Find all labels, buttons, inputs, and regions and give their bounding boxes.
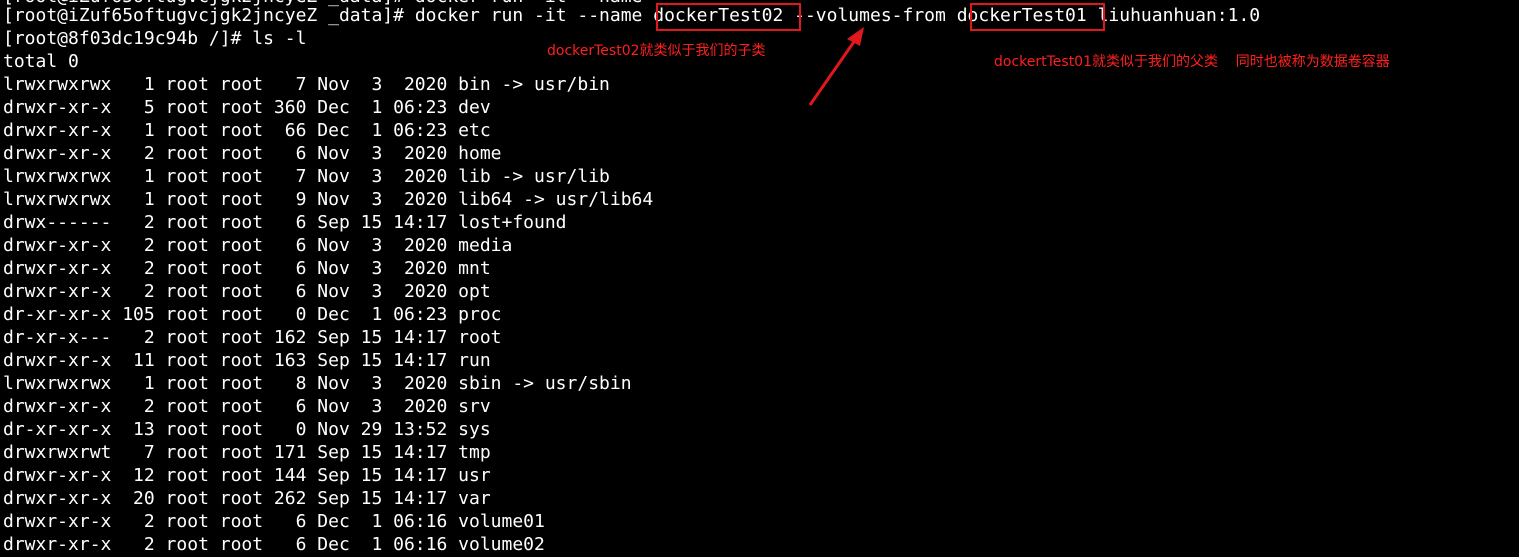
terminal-line: drwxrwxrwt 7 root root 171 Sep 15 14:17 … xyxy=(3,442,491,463)
terminal-line: lrwxrwxrwx 1 root root 7 Nov 3 2020 lib … xyxy=(3,166,610,187)
terminal-line: drwxr-xr-x 2 root root 6 Nov 3 2020 opt xyxy=(3,281,491,302)
child-container-note: dockerTest02就类似于我们的子类 xyxy=(547,43,766,59)
terminal-line: dr-xr-xr-x 13 root root 0 Nov 29 13:52 s… xyxy=(3,419,491,440)
terminal-line: dr-xr-x--- 2 root root 162 Sep 15 14:17 … xyxy=(3,327,502,348)
terminal-line: drwxr-xr-x 5 root root 360 Dec 1 06:23 d… xyxy=(3,97,491,118)
command-text: docker run -it --name xyxy=(414,5,643,26)
terminal-line: lrwxrwxrwx 1 root root 7 Nov 3 2020 bin … xyxy=(3,74,610,95)
terminal-line: lrwxrwxrwx 1 root root 8 Nov 3 2020 sbin… xyxy=(3,373,632,394)
terminal-line: drwxr-xr-x 12 root root 144 Sep 15 14:17… xyxy=(3,465,491,486)
terminal-line: drwxr-xr-x 2 root root 6 Nov 3 2020 medi… xyxy=(3,235,513,256)
terminal-line: total 0 xyxy=(3,51,79,72)
terminal-line: lrwxrwxrwx 1 root root 9 Nov 3 2020 lib6… xyxy=(3,189,654,210)
terminal-line: drwxr-xr-x 2 root root 6 Nov 3 2020 srv xyxy=(3,396,491,417)
highlight-box-docker-test-01 xyxy=(970,3,1105,31)
terminal-line: drwx------ 2 root root 6 Sep 15 14:17 lo… xyxy=(3,212,567,233)
terminal-line: drwxr-xr-x 20 root root 262 Sep 15 14:17… xyxy=(3,488,491,509)
terminal-line: drwxr-xr-x 2 root root 6 Nov 3 2020 mnt xyxy=(3,258,491,279)
arrow-head xyxy=(847,27,864,46)
terminal-line: drwxr-xr-x 2 root root 6 Dec 1 06:16 vol… xyxy=(3,511,545,532)
parent-container-note: dockertTest01就类似于我们的父类 同时也被称为数据卷容器 xyxy=(994,54,1390,70)
arrow-shaft xyxy=(808,35,860,106)
terminal-line: [root@8f03dc19c94b /]# ls -l xyxy=(3,28,307,49)
terminal-line: drwxr-xr-x 11 root root 163 Sep 15 14:17… xyxy=(3,350,491,371)
volumes-from-flag: --volumes-from xyxy=(794,5,946,26)
terminal-line: dr-xr-xr-x 105 root root 0 Dec 1 06:23 p… xyxy=(3,304,502,325)
command-prompt: [root@iZuf65oftugvcjgk2jncyeZ _data]# xyxy=(3,5,404,26)
image-name: liuhuanhuan:1.0 xyxy=(1097,5,1261,26)
highlight-box-docker-test-02 xyxy=(656,3,801,31)
terminal-line: drwxr-xr-x 1 root root 66 Dec 1 06:23 et… xyxy=(3,120,491,141)
terminal-line: drwxr-xr-x 2 root root 6 Nov 3 2020 home xyxy=(3,143,502,164)
terminal-line: drwxr-xr-x 2 root root 6 Dec 1 06:16 vol… xyxy=(3,534,545,555)
terminal-window[interactable]: [root@iZuf65oftugvcjgk2jncyeZ _data]# do… xyxy=(0,0,1519,557)
